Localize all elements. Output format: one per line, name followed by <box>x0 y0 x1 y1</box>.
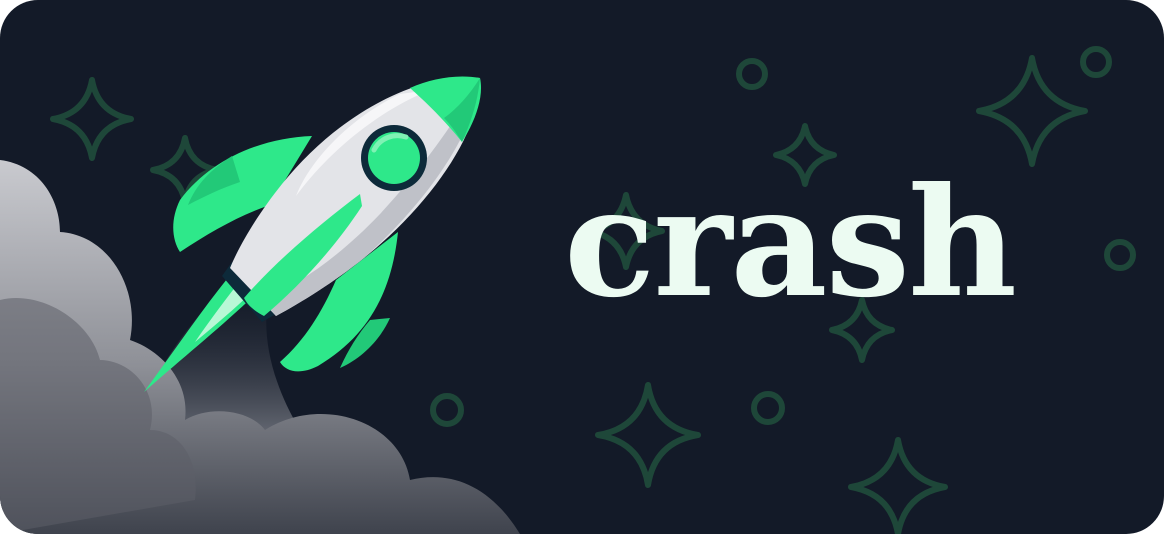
game-title: crash <box>564 155 1017 331</box>
ring-icon <box>430 393 464 427</box>
sparkle-star-icon <box>50 77 134 161</box>
crash-banner: crash <box>0 0 1164 534</box>
sparkle-star-icon <box>848 437 948 534</box>
ring-icon <box>751 391 785 425</box>
sparkle-star-icon <box>595 382 701 488</box>
sparkle-star-icon <box>976 55 1088 167</box>
ring-icon <box>1080 46 1112 78</box>
ring-icon <box>1104 239 1136 271</box>
ring-icon <box>736 58 768 90</box>
rocket-icon <box>144 76 482 392</box>
